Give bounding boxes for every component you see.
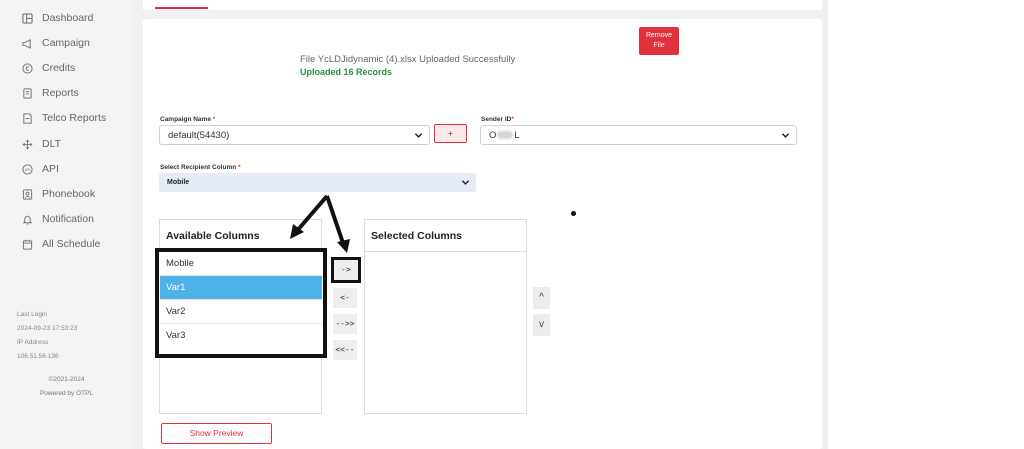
sidebar-item-label: Telco Reports bbox=[42, 112, 107, 124]
bell-icon bbox=[22, 214, 33, 225]
upload-count: Uploaded 16 Records bbox=[300, 67, 393, 77]
move-up-button[interactable]: ^ bbox=[533, 287, 550, 309]
sidebar-item-campaign[interactable]: Campaign bbox=[22, 33, 90, 53]
sidebar-item-label: API bbox=[42, 163, 59, 175]
selected-columns-title: Selected Columns bbox=[365, 220, 526, 252]
recipient-column-label: Select Recipient Column * bbox=[160, 164, 241, 171]
sender-id-label: Sender ID* bbox=[481, 116, 514, 123]
list-item-var1[interactable]: Var1 bbox=[160, 276, 322, 300]
svg-text:API: API bbox=[25, 168, 31, 172]
sidebar-item-label: Notification bbox=[42, 213, 94, 225]
powered-by: Powered by OTPL bbox=[39, 390, 94, 397]
last-login-label: Last Login bbox=[17, 311, 47, 318]
sidebar-item-label: All Schedule bbox=[42, 238, 101, 250]
sidebar-item-label: Dashboard bbox=[42, 12, 94, 24]
coin-icon bbox=[22, 62, 33, 74]
copyright: ©2021-2024 bbox=[48, 376, 85, 383]
sidebar-item-label: Reports bbox=[42, 87, 79, 99]
dashboard-icon bbox=[22, 12, 33, 24]
sender-id-select[interactable]: OL bbox=[480, 125, 797, 145]
sidebar-item-api[interactable]: API API bbox=[22, 159, 59, 179]
add-campaign-button[interactable]: + bbox=[434, 124, 467, 143]
megaphone-icon bbox=[22, 38, 33, 49]
phonebook-icon bbox=[22, 188, 33, 200]
move-right-button[interactable]: -> bbox=[331, 257, 361, 283]
last-login-value: 2024-09-23 17:53:23 bbox=[17, 325, 78, 332]
sidebar-item-reports[interactable]: Reports bbox=[22, 83, 79, 103]
move-all-right-button[interactable]: -->> bbox=[333, 314, 357, 334]
chevron-down-icon bbox=[781, 133, 790, 138]
list-item-var3[interactable]: Var3 bbox=[160, 324, 322, 348]
right-panel bbox=[828, 0, 1024, 449]
sidebar-item-phonebook[interactable]: Phonebook bbox=[22, 184, 95, 204]
top-card bbox=[143, 0, 822, 10]
sidebar-item-dlt[interactable]: DLT bbox=[22, 134, 61, 154]
sidebar-item-label: Phonebook bbox=[42, 188, 96, 200]
move-left-button[interactable]: <- bbox=[333, 288, 357, 308]
chevron-down-icon bbox=[414, 133, 423, 138]
show-preview-button[interactable]: Show Preview bbox=[161, 423, 272, 444]
campaign-name-label: Campaign Name * bbox=[160, 116, 216, 123]
api-icon: API bbox=[22, 163, 33, 175]
chevron-down-icon bbox=[461, 180, 470, 185]
move-down-button[interactable]: v bbox=[533, 314, 550, 336]
list-item-var2[interactable]: Var2 bbox=[160, 300, 322, 324]
sidebar-item-notification[interactable]: Notification bbox=[22, 209, 94, 229]
sidebar-item-telco-reports[interactable]: Telco Reports bbox=[22, 108, 106, 128]
sidebar-item-credits[interactable]: Credits bbox=[22, 58, 75, 78]
sidebar-item-label: Campaign bbox=[42, 37, 90, 49]
calendar-icon bbox=[22, 239, 33, 250]
recipient-column-select[interactable]: Mobile bbox=[159, 173, 476, 192]
sidebar-item-all-schedule[interactable]: All Schedule bbox=[22, 234, 100, 254]
cursor-dot bbox=[571, 211, 576, 216]
sidebar-item-label: DLT bbox=[42, 138, 62, 150]
selected-columns-panel: Selected Columns bbox=[364, 219, 527, 414]
campaign-name-select[interactable]: default(54430) bbox=[159, 125, 430, 145]
document-icon bbox=[22, 112, 33, 124]
redacted-text bbox=[497, 131, 514, 139]
move-all-left-button[interactable]: <<-- bbox=[333, 340, 357, 360]
sidebar: Dashboard Campaign Credits Reports Telco… bbox=[0, 0, 133, 449]
report-icon bbox=[22, 87, 33, 99]
sidebar-item-label: Credits bbox=[42, 62, 76, 74]
active-tab-indicator bbox=[155, 7, 208, 9]
ip-address-value: 106.51.56.136 bbox=[17, 353, 59, 360]
list-item-mobile[interactable]: Mobile bbox=[160, 252, 322, 276]
upload-message: File YcLDJidynamic (4).xlsx Uploaded Suc… bbox=[300, 54, 516, 65]
ip-address-label: IP Address bbox=[17, 339, 49, 346]
sidebar-item-dashboard[interactable]: Dashboard bbox=[22, 8, 93, 28]
remove-file-button[interactable]: Remove File bbox=[639, 27, 679, 55]
move-icon bbox=[22, 138, 33, 150]
